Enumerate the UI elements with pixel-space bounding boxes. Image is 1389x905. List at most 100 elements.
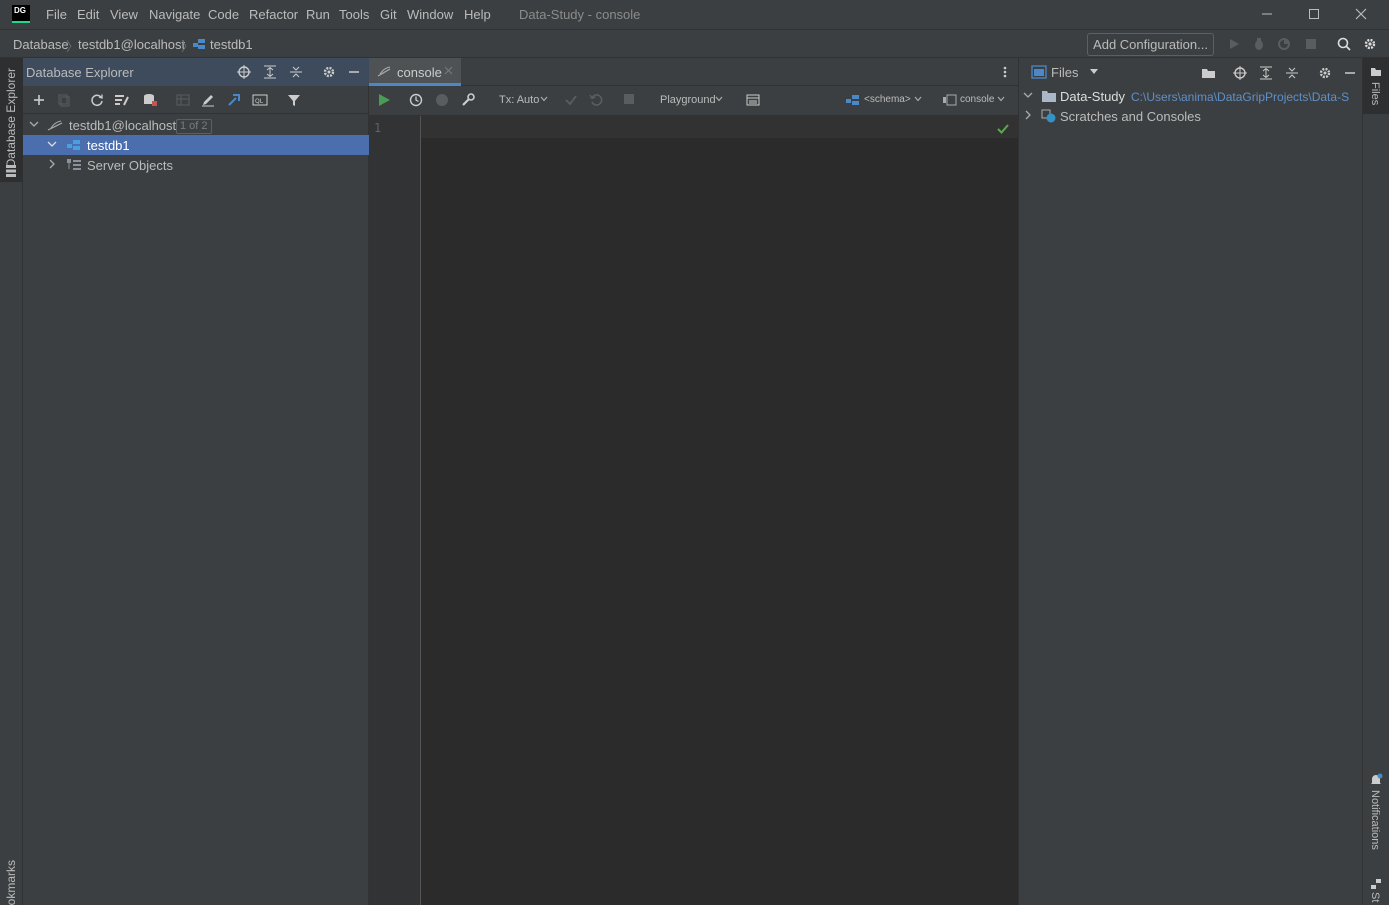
chevron-down-icon[interactable] bbox=[29, 119, 39, 129]
settings-gear-icon[interactable] bbox=[1362, 36, 1378, 52]
dropdown-triangle-icon[interactable] bbox=[1089, 69, 1099, 75]
close-tab-icon[interactable] bbox=[444, 66, 453, 75]
scratches-icon bbox=[1041, 109, 1057, 123]
search-icon[interactable] bbox=[1336, 36, 1352, 52]
execute-run-icon[interactable] bbox=[377, 93, 391, 107]
refresh-icon[interactable] bbox=[88, 91, 106, 109]
output-format-icon[interactable] bbox=[746, 93, 760, 107]
menu-run[interactable]: Run bbox=[306, 7, 330, 22]
add-configuration-button[interactable]: Add Configuration... bbox=[1087, 33, 1214, 56]
breadcrumb-database-name[interactable]: testdb1 bbox=[210, 37, 253, 52]
tree-row-server-objects[interactable]: Server Objects bbox=[23, 155, 369, 175]
no-problems-check-icon[interactable] bbox=[997, 123, 1009, 135]
cancel-stop-icon[interactable] bbox=[623, 93, 635, 105]
data-source-properties-icon[interactable] bbox=[113, 91, 131, 109]
duplicate-icon[interactable] bbox=[55, 91, 73, 109]
run-icon[interactable] bbox=[1226, 36, 1242, 52]
stop-session-icon[interactable] bbox=[435, 93, 449, 107]
menu-help[interactable]: Help bbox=[464, 7, 491, 22]
minimize-icon[interactable] bbox=[1256, 4, 1278, 24]
files-tab-label: Files bbox=[1369, 82, 1381, 106]
maximize-icon[interactable] bbox=[1303, 4, 1325, 24]
session-icon bbox=[942, 93, 958, 107]
files-title[interactable]: Files bbox=[1051, 65, 1078, 80]
notifications-tab-label[interactable]: Notifications bbox=[1369, 790, 1381, 850]
breadcrumb-database[interactable]: Database bbox=[13, 37, 69, 52]
menu-file[interactable]: File bbox=[46, 7, 67, 22]
expand-all-icon[interactable] bbox=[261, 63, 279, 81]
editor-gutter: 1 bbox=[369, 116, 421, 905]
tree-label: Server Objects bbox=[87, 158, 173, 173]
files-header: Files bbox=[1019, 58, 1363, 86]
title-bar: DG File Edit View Navigate Code Refactor… bbox=[0, 0, 1389, 29]
session-selector[interactable]: console bbox=[960, 94, 994, 105]
open-folder-icon[interactable] bbox=[1200, 64, 1218, 82]
chevron-down-icon[interactable] bbox=[1023, 90, 1033, 100]
gear-icon[interactable] bbox=[1316, 64, 1334, 82]
notification-bell-icon bbox=[1369, 773, 1383, 787]
chevron-down-icon bbox=[997, 96, 1005, 102]
filter-icon[interactable] bbox=[285, 91, 303, 109]
menu-tools[interactable]: Tools bbox=[339, 7, 369, 22]
svg-text:QL: QL bbox=[255, 98, 264, 105]
chevron-down-icon[interactable] bbox=[47, 139, 57, 149]
collapse-all-icon[interactable] bbox=[287, 63, 305, 81]
wrench-icon[interactable] bbox=[461, 93, 475, 107]
tree-label: testdb1@localhost bbox=[69, 118, 177, 133]
more-options-icon[interactable] bbox=[999, 64, 1011, 80]
menu-window[interactable]: Window bbox=[407, 7, 453, 22]
tree-row-scratches[interactable]: Scratches and Consoles bbox=[1019, 106, 1363, 126]
structure-tab-label[interactable]: St bbox=[1369, 892, 1381, 902]
tree-row-testdb1[interactable]: testdb1 bbox=[23, 135, 369, 155]
window-title: Data-Study - console bbox=[519, 7, 641, 22]
playground-dropdown[interactable]: Playground bbox=[660, 94, 716, 106]
rollback-icon[interactable] bbox=[589, 93, 603, 107]
menu-git[interactable]: Git bbox=[380, 7, 397, 22]
database-explorer-toolbar: QL bbox=[23, 86, 369, 114]
tree-row-project[interactable]: Data-Study C:\Users\anima\DataGripProjec… bbox=[1019, 86, 1363, 106]
database-explorer-tab-label: Database Explorer bbox=[4, 68, 18, 168]
bookmarks-tab-label[interactable]: okmarks bbox=[4, 860, 18, 905]
hide-panel-icon[interactable] bbox=[345, 63, 363, 81]
collapse-all-icon[interactable] bbox=[1283, 64, 1301, 82]
schema-selector[interactable]: <schema> bbox=[864, 94, 911, 105]
debug-icon[interactable] bbox=[1251, 36, 1267, 52]
jump-to-icon[interactable] bbox=[225, 91, 243, 109]
menu-refactor[interactable]: Refactor bbox=[249, 7, 298, 22]
chevron-right-icon[interactable] bbox=[47, 159, 57, 169]
scratches-label: Scratches and Consoles bbox=[1060, 109, 1201, 124]
files-stripe-button[interactable]: Files bbox=[1363, 58, 1389, 114]
datasource-icon bbox=[47, 118, 63, 132]
stop-icon[interactable] bbox=[1303, 36, 1319, 52]
hide-panel-icon[interactable] bbox=[1341, 64, 1359, 82]
editor-text-area[interactable] bbox=[421, 116, 1018, 138]
database-explorer-stripe-button[interactable]: Database Explorer bbox=[0, 58, 23, 182]
commit-check-icon[interactable] bbox=[564, 93, 578, 107]
table-view-icon[interactable] bbox=[174, 91, 192, 109]
project-name: Data-Study bbox=[1060, 89, 1126, 104]
transaction-mode-dropdown[interactable]: Tx: Auto bbox=[499, 94, 539, 106]
menu-view[interactable]: View bbox=[110, 7, 138, 22]
chevron-right-icon[interactable] bbox=[1023, 110, 1033, 120]
menu-edit[interactable]: Edit bbox=[77, 7, 99, 22]
history-clock-icon[interactable] bbox=[409, 93, 423, 107]
disconnect-icon[interactable] bbox=[141, 91, 159, 109]
files-view-icon bbox=[1031, 65, 1047, 79]
menu-code[interactable]: Code bbox=[208, 7, 239, 22]
tab-console[interactable]: console bbox=[369, 58, 461, 86]
menu-navigate[interactable]: Navigate bbox=[149, 7, 200, 22]
edit-pencil-icon[interactable] bbox=[199, 91, 217, 109]
coverage-icon[interactable] bbox=[1276, 36, 1292, 52]
ql-console-icon[interactable]: QL bbox=[251, 91, 269, 109]
panel-title: Database Explorer bbox=[26, 65, 134, 80]
gear-icon[interactable] bbox=[320, 63, 338, 81]
locate-icon[interactable] bbox=[235, 63, 253, 81]
close-icon[interactable] bbox=[1350, 4, 1372, 24]
expand-all-icon[interactable] bbox=[1257, 64, 1275, 82]
locate-icon[interactable] bbox=[1231, 64, 1249, 82]
breadcrumb-datasource[interactable]: testdb1@localhost bbox=[78, 37, 185, 52]
add-icon[interactable] bbox=[30, 91, 48, 109]
database-icon bbox=[192, 37, 206, 51]
app-logo-icon: DG bbox=[12, 5, 30, 23]
tree-row-datasource[interactable]: testdb1@localhost 1 of 2 bbox=[23, 115, 369, 135]
